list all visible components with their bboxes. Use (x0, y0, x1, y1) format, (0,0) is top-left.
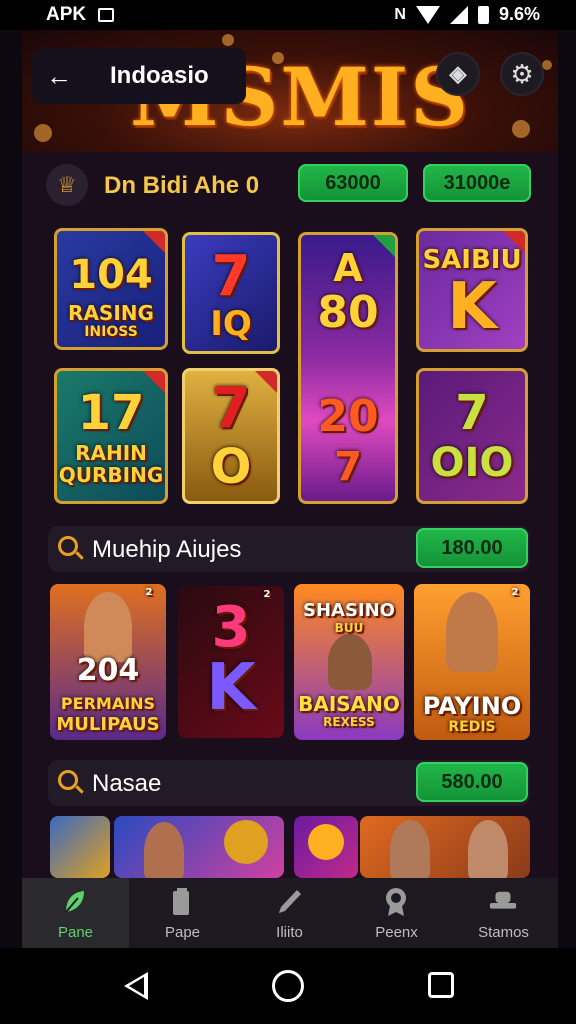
system-nav-bar (0, 948, 576, 1024)
game-card[interactable] (114, 816, 284, 878)
nav-item-iliito[interactable]: Iliito (236, 878, 343, 948)
hat-icon (488, 886, 518, 918)
game-card[interactable] (50, 816, 110, 878)
cup-icon (167, 886, 197, 918)
game-tile[interactable]: 104 RASING INIOSS (54, 228, 168, 350)
gear-icon: ⚙ (510, 58, 534, 89)
wifi-icon (415, 5, 440, 24)
battery-icon (477, 5, 489, 24)
game-card[interactable] (294, 816, 358, 878)
game-card[interactable]: 2 204 PERMAINS MULIPAUS (50, 584, 166, 740)
system-back-icon[interactable] (124, 972, 148, 1000)
game-card[interactable]: SHASINO BUU BAISANO REXESS (294, 584, 404, 740)
nav-item-peenx[interactable]: Peenx (343, 878, 450, 948)
section-value-pill[interactable]: 580.00 (416, 762, 528, 802)
pen-icon (274, 886, 304, 918)
balance-label: Dn Bidi Ahe 0 (104, 172, 260, 199)
section-header-nasae[interactable]: Nasae 580.00 (48, 760, 530, 806)
system-home-icon[interactable] (272, 970, 304, 1002)
header-banner: MSMIS ← Indoasio ◈ ⚙ (22, 30, 558, 152)
page-title: Indoasio (110, 62, 209, 89)
game-tile[interactable]: 7 OIO (416, 368, 528, 504)
section-value-pill[interactable]: 180.00 (416, 528, 528, 568)
game-tile[interactable]: 17 RAHIN QURBING (54, 368, 168, 504)
game-card[interactable] (360, 816, 530, 878)
balance-row: ♕ Dn Bidi Ahe 0 63000 31000e (46, 162, 536, 208)
back-arrow-icon[interactable]: ← (46, 63, 72, 89)
leaf-icon (60, 886, 90, 918)
nav-item-pape[interactable]: Pape (129, 878, 236, 948)
nfc-icon: N (394, 5, 406, 23)
game-card[interactable]: 2 3 K (178, 586, 284, 738)
gems-pill[interactable]: 31000e (423, 164, 531, 202)
coins-pill[interactable]: 63000 (298, 164, 408, 202)
nav-item-pane[interactable]: Pane (22, 878, 129, 948)
search-icon (58, 770, 80, 792)
section-header-multip[interactable]: Muehip Aiujes 180.00 (48, 526, 530, 572)
app-screen: MSMIS ← Indoasio ◈ ⚙ ♕ Dn Bidi Ahe 0 630… (22, 30, 558, 948)
settings-button[interactable]: ⚙ (500, 52, 544, 96)
ribbon-icon (381, 886, 411, 918)
battery-percent: 9.6% (498, 4, 540, 24)
nav-item-stamos[interactable]: Stamos (450, 878, 557, 948)
title-bar: ← Indoasio (32, 48, 246, 104)
section-title: Muehip Aiujes (92, 536, 242, 563)
carrier-label: APK (46, 4, 87, 25)
user-icon: ◈ (449, 61, 467, 86)
status-bar: APK N 9.6% (0, 0, 576, 30)
game-tile[interactable]: 7 IQ (182, 232, 280, 354)
game-tile[interactable]: SAIBIU K (416, 228, 528, 352)
notification-icon (98, 8, 115, 22)
signal-icon (449, 5, 468, 24)
system-recents-icon[interactable] (428, 972, 454, 998)
search-icon (58, 536, 80, 558)
bottom-nav: Pane Pape Iliito Peenx Stamos (22, 878, 558, 948)
game-card[interactable]: 2 PAYINO REDIS (414, 584, 530, 740)
game-tile[interactable]: A 80 20 7 (298, 232, 398, 504)
profile-button[interactable]: ◈ (436, 52, 480, 96)
crown-icon: ♕ (46, 164, 88, 206)
section-title: Nasae (92, 770, 162, 797)
game-tile[interactable]: 7 O (182, 368, 280, 504)
